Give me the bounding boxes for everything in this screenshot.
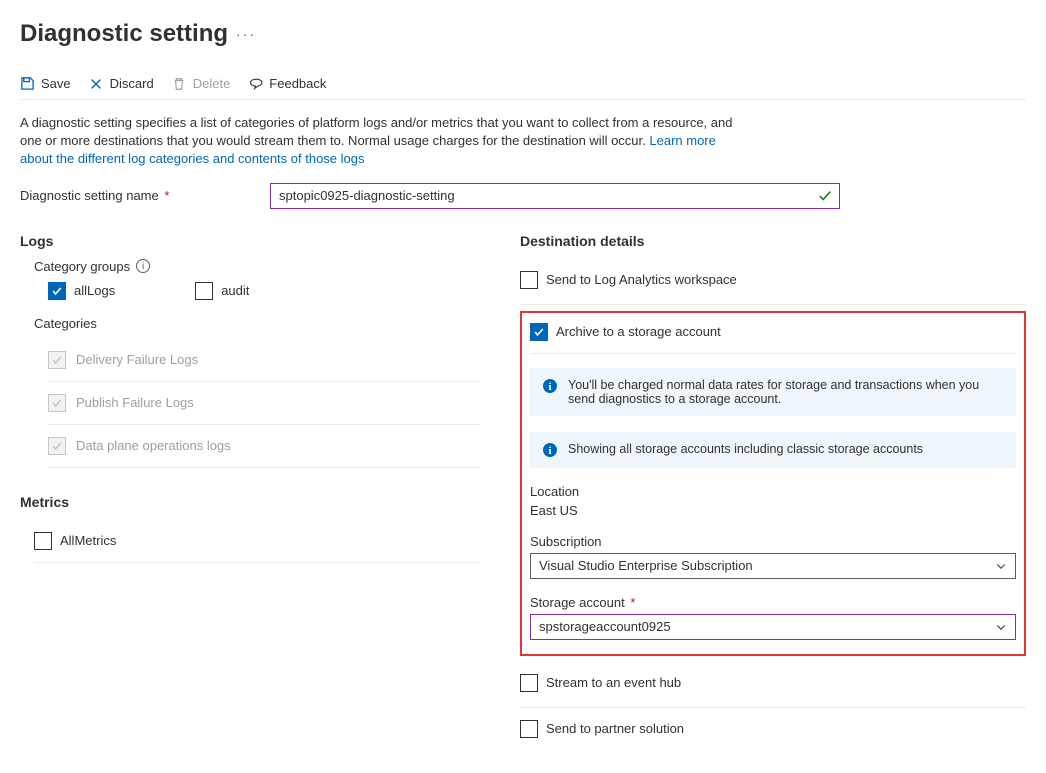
partner-checkbox[interactable]: Send to partner solution [520,720,684,738]
check-icon [818,189,832,203]
trash-icon [172,76,187,91]
metrics-heading: Metrics [20,494,480,510]
svg-text:i: i [548,381,551,393]
category-checkbox [48,351,66,369]
allmetrics-label: AllMetrics [60,533,116,548]
feedback-icon [248,76,263,91]
info-banner: i Showing all storage accounts including… [530,432,1016,468]
eventhub-label: Stream to an event hub [546,675,681,690]
send-law-checkbox[interactable]: Send to Log Analytics workspace [520,271,737,289]
info-icon: i [542,442,558,458]
audit-label: audit [221,283,249,298]
page-title: Diagnostic setting [20,20,228,48]
audit-checkbox[interactable]: audit [195,282,249,300]
storage-label: Storage account * [530,595,1016,610]
feedback-label: Feedback [269,76,326,91]
send-law-label: Send to Log Analytics workspace [546,272,737,287]
category-groups-label: Category groups [34,259,130,274]
category-checkbox [48,394,66,412]
chevron-down-icon [995,560,1007,572]
discard-button[interactable]: Discard [89,76,154,91]
save-label: Save [41,76,71,91]
chevron-down-icon [995,621,1007,633]
archive-checkbox[interactable]: Archive to a storage account [530,323,721,341]
category-label: Delivery Failure Logs [76,352,198,367]
info-icon[interactable]: i [136,259,150,273]
info-text: You'll be charged normal data rates for … [568,378,1004,406]
discard-label: Discard [110,76,154,91]
subscription-select[interactable]: Visual Studio Enterprise Subscription [530,553,1016,579]
eventhub-checkbox[interactable]: Stream to an event hub [520,674,681,692]
info-text: Showing all storage accounts including c… [568,442,923,456]
partner-label: Send to partner solution [546,721,684,736]
subscription-value: Visual Studio Enterprise Subscription [539,558,753,573]
category-label: Data plane operations logs [76,438,231,453]
category-label: Publish Failure Logs [76,395,194,410]
save-button[interactable]: Save [20,76,71,91]
delete-label: Delete [193,76,231,91]
svg-text:i: i [548,445,551,457]
archive-label: Archive to a storage account [556,324,721,339]
location-label: Location [530,484,1016,499]
destination-heading: Destination details [520,233,1026,249]
logs-heading: Logs [20,233,480,249]
setting-name-input[interactable] [270,183,840,209]
allmetrics-checkbox[interactable]: AllMetrics [34,532,116,550]
storage-value: spstorageaccount0925 [539,619,671,634]
close-icon [89,76,104,91]
info-icon: i [542,378,558,394]
save-icon [20,76,35,91]
subscription-label: Subscription [530,534,1016,549]
toolbar: Save Discard Delete Feedback [20,68,1026,100]
storage-select[interactable]: spstorageaccount0925 [530,614,1016,640]
location-value: East US [530,503,1016,518]
alllogs-label: allLogs [74,283,115,298]
categories-label: Categories [34,316,480,331]
more-menu-icon[interactable]: ··· [236,26,256,42]
archive-highlight: Archive to a storage account i You'll be… [520,311,1026,656]
delete-button: Delete [172,76,231,91]
setting-name-label: Diagnostic setting name * [20,188,230,203]
category-checkbox [48,437,66,455]
feedback-button[interactable]: Feedback [248,76,326,91]
description-text: A diagnostic setting specifies a list of… [20,114,740,169]
info-banner: i You'll be charged normal data rates fo… [530,368,1016,416]
alllogs-checkbox[interactable]: allLogs [48,282,115,300]
